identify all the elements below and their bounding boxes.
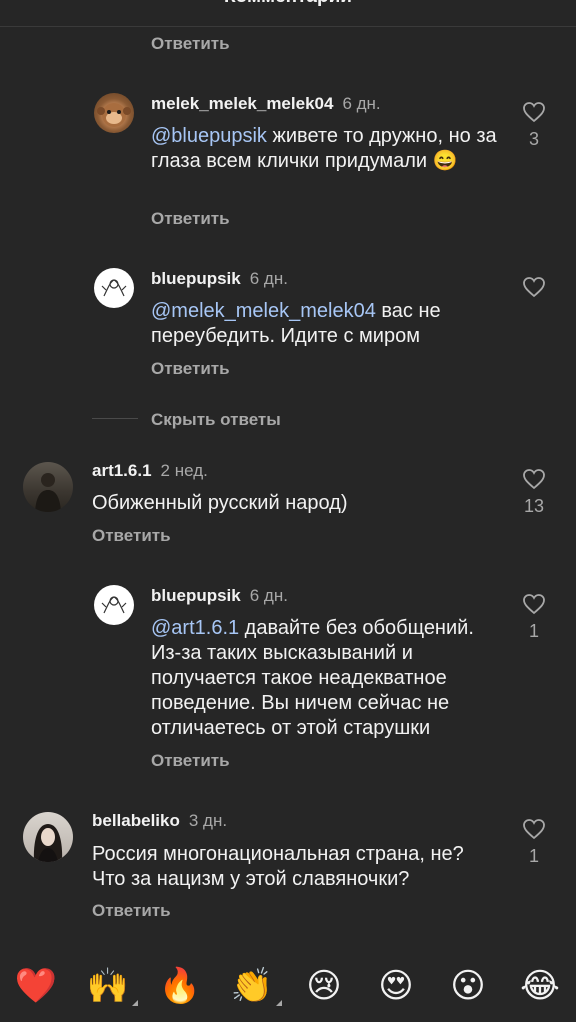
reply-button[interactable]: Ответить [92,901,171,921]
timestamp: 3 дн. [188,811,228,830]
timestamp: 6 дн. [249,586,288,605]
username[interactable]: bluepupsik [151,586,241,605]
reply-button[interactable]: Ответить [151,209,230,229]
person-avatar-icon [35,473,61,512]
heart-icon[interactable] [522,468,546,490]
username[interactable]: melek_melek_melek04 [151,94,333,113]
reply-button[interactable]: Ответить [92,526,171,546]
clapping-emoji-button[interactable]: 👏 [228,962,282,1010]
heart-icon[interactable] [522,593,546,615]
hide-replies-button[interactable]: Скрыть ответы [151,410,281,430]
skin-tone-indicator-icon [132,1000,138,1006]
reply-button[interactable]: Ответить [151,34,230,54]
comment-text: @art1.6.1 давайте без обобщений. Из-за т… [151,616,506,741]
clapping-emoji: 👏 [230,966,274,1006]
avatar[interactable] [94,93,134,133]
emoji-reaction-bar: ❤️ 🙌 🔥 👏 😢 😍 😮 😂 [0,948,576,1022]
crying-emoji-button[interactable]: 😢 [300,962,348,1010]
username[interactable]: bluepupsik [151,269,241,288]
page-title: Комментарии [0,0,576,8]
raised-hands-emoji: 🙌 [86,966,130,1006]
like-count: 13 [523,496,545,516]
avatar[interactable] [94,268,134,308]
comment-text: Россия многонациональная страна, не? Что… [92,842,502,892]
monkey-avatar-icon [97,103,131,127]
person-avatar-icon [33,824,63,862]
like-area[interactable]: 13 [514,468,554,517]
skin-tone-indicator-icon [276,1000,282,1006]
raised-hands-emoji-button[interactable]: 🙌 [84,962,138,1010]
like-area[interactable]: 3 [514,101,554,150]
mention-link[interactable]: @bluepupsik [151,125,267,147]
heart-icon[interactable] [522,818,546,840]
fire-emoji-button[interactable]: 🔥 [156,962,204,1010]
reply-button[interactable]: Ответить [151,359,230,379]
comment-body: Россия многонациональная страна, не? Что… [92,843,464,890]
mention-link[interactable]: @art1.6.1 [151,617,239,639]
like-count: 1 [528,846,539,866]
avatar[interactable] [94,585,134,625]
comment-text: Обиженный русский народ) [92,491,502,516]
username[interactable]: art1.6.1 [92,461,152,480]
timestamp: 6 дн. [342,94,381,113]
like-area[interactable] [514,276,554,298]
timestamp: 6 дн. [249,269,288,288]
header: Комментарии [0,0,576,27]
avatar[interactable] [23,462,73,512]
surprised-emoji-button[interactable]: 😮 [444,962,492,1010]
comment-body: Обиженный русский народ) [92,492,348,514]
heart-eyes-emoji-button[interactable]: 😍 [372,962,420,1010]
comment-text: @melek_melek_melek04 вас не переубедить.… [151,299,501,349]
heart-emoji-button[interactable]: ❤️ [12,962,60,1010]
username[interactable]: bellabeliko [92,811,180,830]
divider [92,418,138,419]
like-count: 3 [528,129,539,149]
sketch-avatar-icon [101,596,127,614]
laughing-emoji-button[interactable]: 😂 [516,962,564,1010]
avatar[interactable] [23,812,73,862]
like-area[interactable]: 1 [514,818,554,867]
sketch-avatar-icon [101,279,127,297]
like-area[interactable]: 1 [514,593,554,642]
timestamp: 2 нед. [160,461,208,480]
reply-button[interactable]: Ответить [151,751,230,771]
mention-link[interactable]: @melek_melek_melek04 [151,300,376,322]
heart-icon[interactable] [522,276,546,298]
like-count: 1 [528,621,539,641]
heart-icon[interactable] [522,101,546,123]
comment-text: @bluepupsik живете то дружно, но за глаз… [151,124,501,174]
